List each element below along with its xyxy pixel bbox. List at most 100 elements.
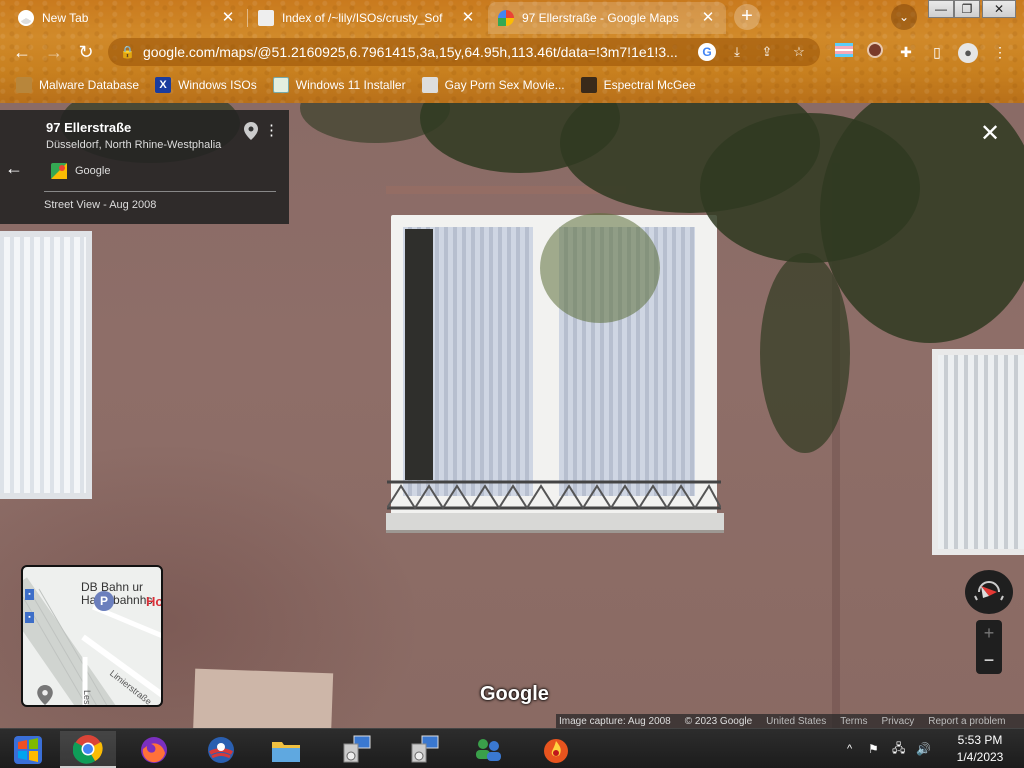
bookmark-star-icon[interactable]: ☆ [790, 43, 808, 61]
tray-overflow-chevron[interactable]: ^ [847, 729, 861, 768]
window-sill [386, 513, 724, 533]
location-pin-icon[interactable] [244, 122, 258, 140]
address-bar[interactable]: 🔒 google.com/maps/@51.2160925,6.7961415,… [108, 38, 820, 66]
bookmark-espectral-mcgee[interactable]: Espectral McGee [580, 77, 696, 93]
url-text[interactable]: google.com/maps/@51.2160925,6.7961415,3a… [143, 44, 691, 60]
privacy-link[interactable]: Privacy [881, 716, 914, 727]
chrome-icon [73, 734, 103, 764]
minimize-button[interactable]: — [928, 0, 954, 18]
taskbar-file-explorer[interactable] [258, 731, 314, 768]
clock-date: 1/4/2023 [956, 750, 1004, 764]
share-icon[interactable]: ⇪ [758, 43, 776, 61]
reload-button[interactable]: ↻ [74, 40, 98, 64]
left-window [0, 231, 92, 499]
location-info-card: ← 97 Ellerstraße Düsseldorf, North Rhine… [0, 110, 289, 224]
action-center-flag-icon[interactable]: ⚑ [868, 729, 884, 768]
compass-icon [974, 581, 1004, 601]
tab-new-tab[interactable]: New Tab ✕ [8, 2, 246, 34]
window-railing [387, 480, 721, 510]
file-icon [258, 10, 274, 26]
wall-sign [192, 668, 334, 728]
taskbar-app-network-1[interactable] [328, 731, 384, 768]
taskbar-app-fire[interactable] [528, 731, 584, 768]
address-title: 97 Ellerstraße [46, 120, 132, 135]
image-capture-date: Image capture: Aug 2008 [559, 716, 671, 727]
card-divider [44, 191, 276, 192]
extension-flag-icon[interactable] [834, 42, 854, 62]
profile-icon[interactable]: ● [958, 42, 978, 63]
taskbar-app-blue-circle[interactable] [193, 731, 249, 768]
start-button[interactable] [0, 731, 56, 768]
zoom-out-button[interactable]: − [976, 647, 1002, 674]
window-close-button[interactable]: ✕ [982, 0, 1016, 18]
google-lens-icon[interactable]: G [698, 43, 716, 61]
right-window [932, 349, 1024, 555]
bookmark-windows-isos[interactable]: X Windows ISOs [155, 77, 257, 93]
browser-chrome: New Tab ✕ Index of /~lily/ISOs/crusty_So… [0, 0, 1024, 103]
minimap-poi-label: Ho [146, 594, 163, 609]
tab-strip: New Tab ✕ Index of /~lily/ISOs/crusty_So… [0, 0, 1024, 34]
browser-menu-icon[interactable]: ⋮ [990, 42, 1010, 62]
taskbar-firefox[interactable] [126, 731, 182, 768]
bookmark-malware-database[interactable]: Malware Database [16, 77, 139, 93]
copyright-text: © 2023 Google [684, 716, 753, 727]
minimap[interactable]: DB Bahn ur Hauptbahnhc Ho P ▪ ▪ Limierst… [21, 565, 163, 707]
volume-icon[interactable]: 🔊 [916, 729, 934, 768]
tab-google-maps[interactable]: 97 Ellerstraße - Google Maps ✕ [488, 2, 726, 34]
minimap-pegman-marker-icon [37, 685, 53, 705]
back-arrow-icon[interactable]: ← [5, 158, 23, 179]
tab-title: New Tab [42, 11, 89, 25]
install-app-icon[interactable]: ⤓ [728, 43, 746, 61]
bookmark-label: Windows 11 Installer [295, 78, 406, 92]
transit-icon: ▪ [25, 589, 34, 600]
terms-link[interactable]: Terms [840, 716, 867, 727]
firefox-icon [141, 736, 167, 763]
zoom-in-button[interactable]: + [976, 620, 1002, 647]
app-icon [208, 736, 234, 763]
forward-button[interactable]: → [42, 40, 66, 64]
compass-button[interactable] [965, 570, 1013, 614]
more-options-icon[interactable]: ⋮ [264, 122, 279, 140]
bookmark-icon [421, 77, 438, 93]
country-link[interactable]: United States [766, 716, 826, 727]
taskbar-app-users[interactable] [460, 731, 516, 768]
fire-icon [544, 738, 568, 763]
bookmark-label: Windows ISOs [178, 78, 257, 92]
back-button[interactable]: ← [10, 40, 34, 64]
bookmark-windows-11-installer[interactable]: Windows 11 Installer [272, 77, 406, 93]
bookmark-icon [580, 77, 597, 93]
tree-foliage [760, 253, 850, 453]
taskbar-app-network-2[interactable] [396, 731, 452, 768]
google-maps-icon [498, 10, 514, 26]
imagery-source: Google [75, 165, 111, 177]
network-icon[interactable]: 🖧 [892, 729, 910, 768]
chrome-icon [18, 10, 34, 26]
restore-button[interactable]: ❐ [954, 0, 980, 18]
extensions-puzzle-icon[interactable]: ✚ [896, 42, 916, 62]
x-icon: X [155, 77, 172, 93]
extension-avatar-icon[interactable] [865, 42, 885, 62]
users-icon [476, 738, 501, 761]
close-tab-icon[interactable]: ✕ [700, 10, 716, 26]
close-street-view-button[interactable]: ✕ [978, 122, 1002, 146]
bookmark-label: Gay Porn Sex Movie... [444, 78, 565, 92]
folder-icon [16, 77, 32, 93]
new-tab-button[interactable]: + [734, 4, 760, 30]
report-problem-link[interactable]: Report a problem [928, 716, 1005, 727]
close-tab-icon[interactable]: ✕ [460, 10, 476, 26]
start-icon [14, 735, 42, 764]
taskbar: ^ ⚑ 🖧 🔊 5:53 PM 1/4/2023 [0, 728, 1024, 768]
street-view-date[interactable]: Street View - Aug 2008 [44, 199, 156, 211]
close-tab-icon[interactable]: ✕ [220, 10, 236, 26]
tab-index-isos[interactable]: Index of /~lily/ISOs/crusty_Sof ✕ [248, 2, 486, 34]
side-panel-icon[interactable]: ▯ [927, 42, 947, 62]
bookmark-gay-porn-sex-movie[interactable]: Gay Porn Sex Movie... [421, 77, 565, 93]
google-maps-logo-icon [51, 163, 67, 179]
taskbar-chrome[interactable] [60, 731, 116, 768]
network-computer-icon [343, 735, 371, 762]
bookmarks-bar: Malware Database X Windows ISOs Windows … [0, 70, 1024, 100]
parking-icon: P [94, 591, 114, 611]
tab-search-button[interactable]: ⌄ [891, 4, 917, 30]
system-clock[interactable]: 5:53 PM 1/4/2023 [944, 732, 1016, 766]
minimap-street-label: Lessi [82, 690, 92, 707]
